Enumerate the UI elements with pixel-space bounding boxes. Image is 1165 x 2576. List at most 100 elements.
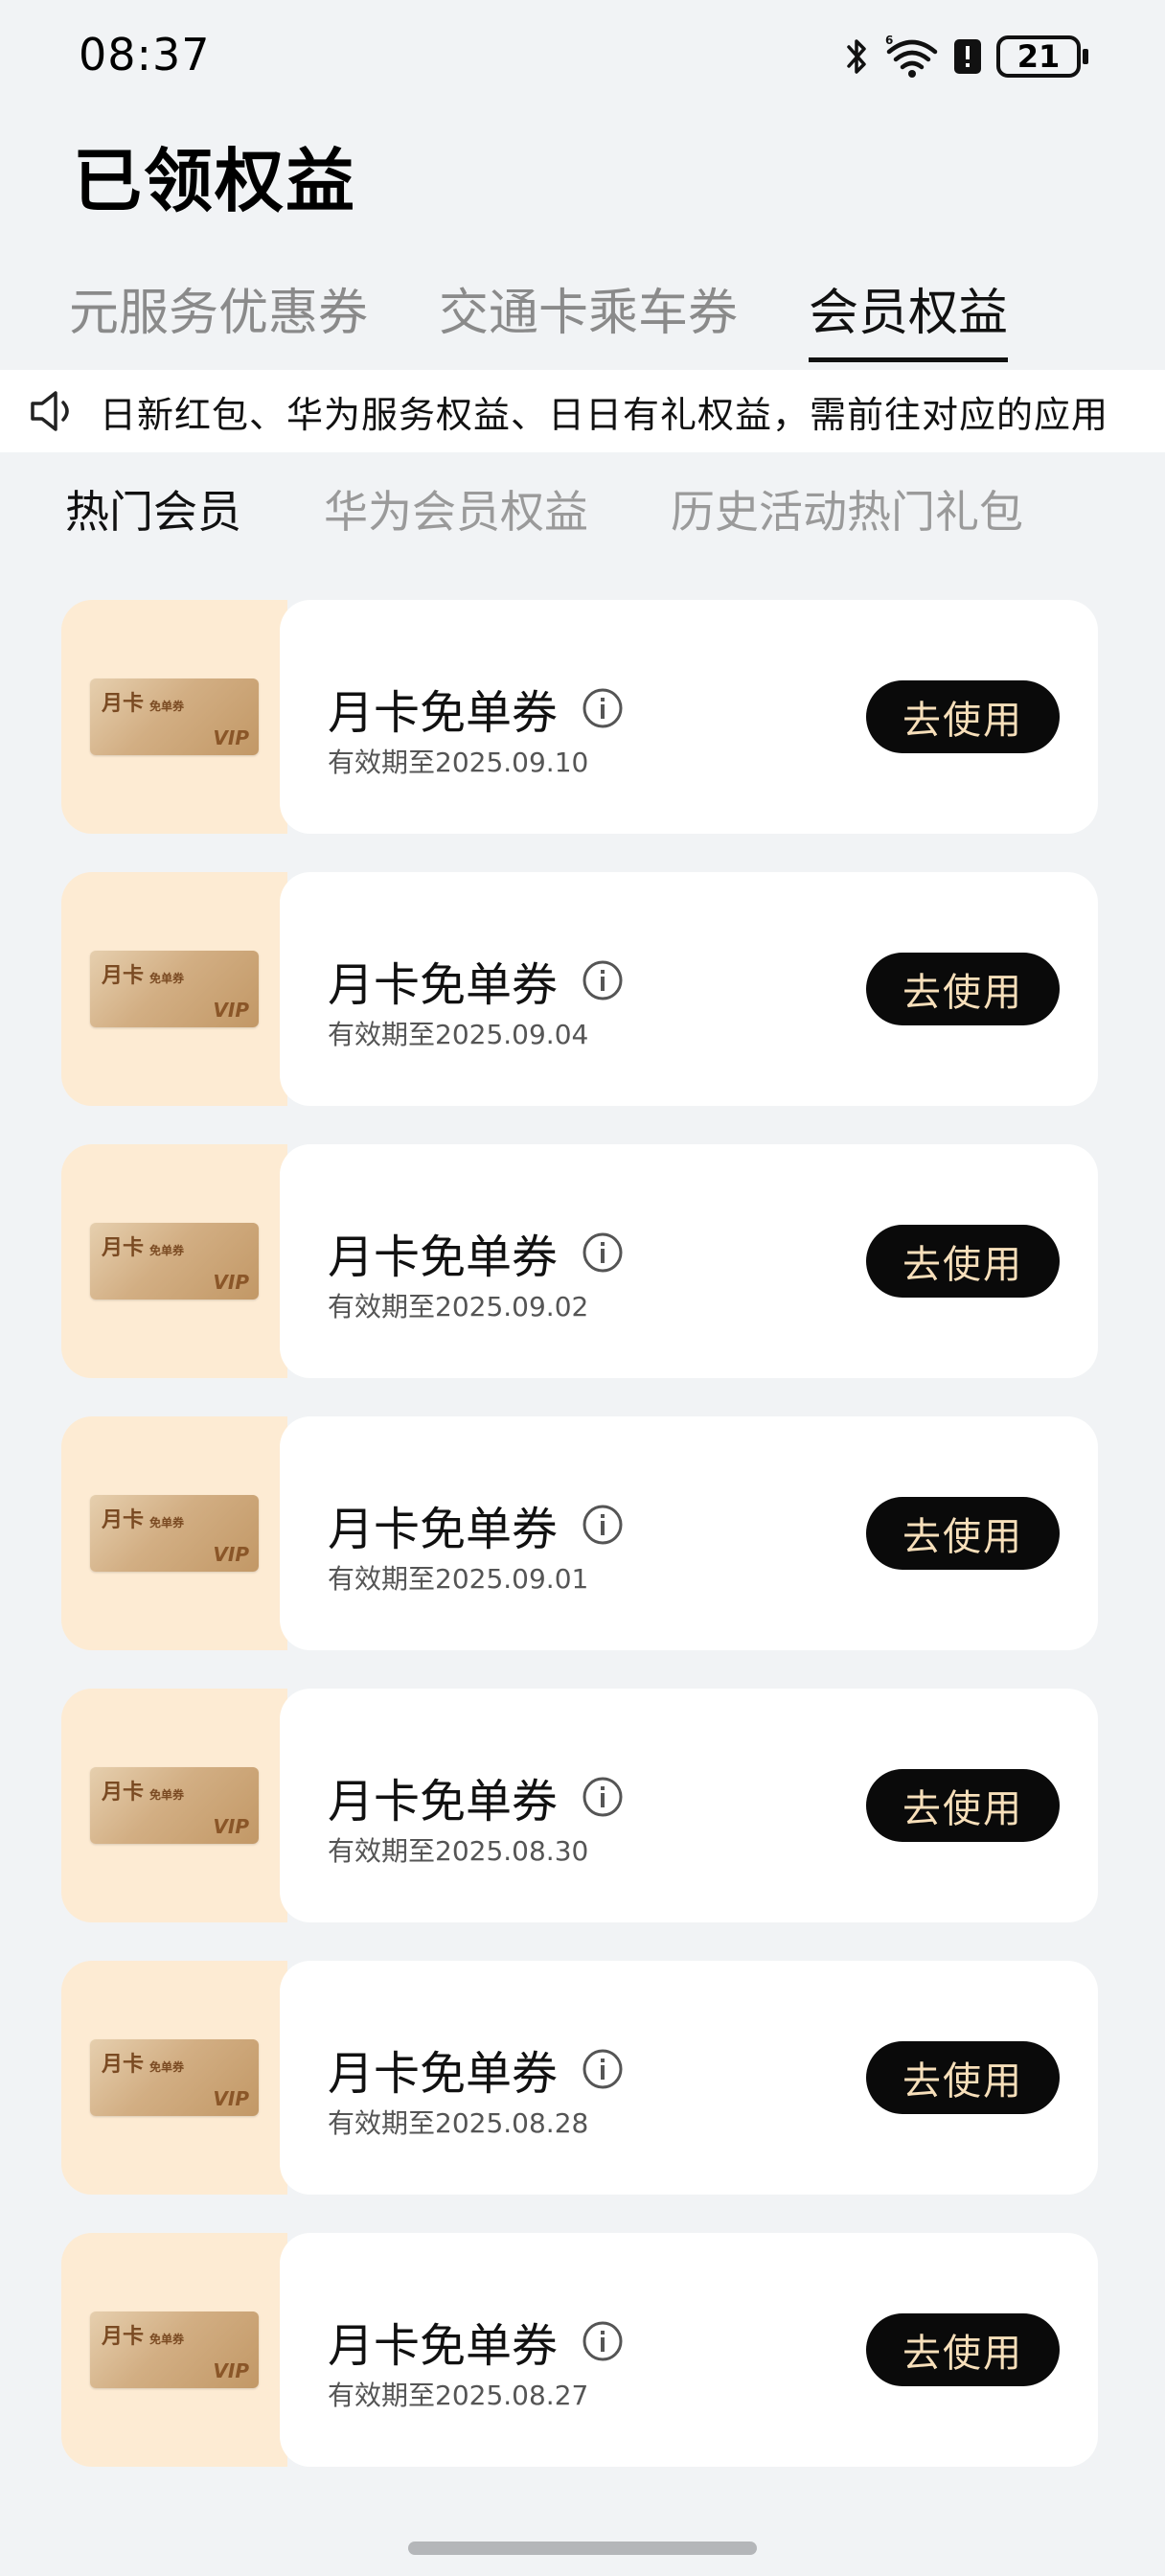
home-indicator[interactable]: [408, 2542, 757, 2555]
coupon-body: 月卡免单券 有效期至2025.09.10 去使用: [280, 600, 1098, 834]
battery-icon: 21: [996, 35, 1088, 78]
coupon-name-row: 月卡免单券: [328, 947, 625, 1014]
coupon-body: 月卡免单券 有效期至2025.08.28 去使用: [280, 1961, 1098, 2195]
coupon-card: 月卡 免单券 VIP 月卡免单券 有效期至2025.09.02 去使用: [61, 1144, 1098, 1378]
info-icon[interactable]: [581, 1230, 625, 1275]
vip-badge: VIP: [213, 726, 249, 749]
coupon-list: 月卡 免单券 VIP 月卡免单券 有效期至2025.09.10 去使用 月卡 免单券…: [61, 600, 1098, 2505]
coupon-name: 月卡免单券: [328, 1775, 559, 1828]
coupon-thumbnail: 月卡 免单券 VIP: [61, 600, 287, 834]
coupon-name: 月卡免单券: [328, 1503, 559, 1556]
vip-card-image: 月卡 免单券 VIP: [90, 1767, 259, 1844]
bluetooth-icon: [847, 39, 866, 74]
vip-card-subtitle: 免单券: [149, 1516, 185, 1530]
coupon-expiry: 有效期至2025.08.27: [328, 2380, 589, 2411]
coupon-card: 月卡 免单券 VIP 月卡免单券 有效期至2025.09.10 去使用: [61, 600, 1098, 834]
page-title: 已领权益: [73, 141, 357, 221]
coupon-name-row: 月卡免单券: [328, 1219, 625, 1286]
coupon-thumbnail: 月卡 免单券 VIP: [61, 872, 287, 1106]
status-icons: 6 21: [843, 33, 1088, 80]
page: 08:37 6 21 已领权益 元服务优惠券 交通卡乘车券 会员权益 日新红包、…: [0, 0, 1165, 2576]
vip-card-title: 月卡: [102, 1236, 145, 1260]
vip-card-title: 月卡: [102, 1508, 145, 1532]
vip-card-title: 月卡: [102, 2053, 145, 2077]
info-icon[interactable]: [581, 958, 625, 1002]
vip-card-image: 月卡 免单券 VIP: [90, 2039, 259, 2116]
coupon-name-row: 月卡免单券: [328, 675, 625, 742]
status-time: 08:37: [79, 29, 211, 80]
coupon-thumbnail: 月卡 免单券 VIP: [61, 1416, 287, 1650]
vip-card-subtitle: 免单券: [149, 2333, 185, 2346]
coupon-name: 月卡免单券: [328, 2047, 559, 2101]
coupon-name: 月卡免单券: [328, 2319, 559, 2373]
vip-card-image: 月卡 免单券 VIP: [90, 1495, 259, 1572]
battery-level: 21: [996, 35, 1081, 78]
subtab-huawei-member-benefits[interactable]: 华为会员权益: [324, 477, 588, 540]
vip-card-subtitle: 免单券: [149, 972, 185, 985]
coupon-body: 月卡免单券 有效期至2025.09.01 去使用: [280, 1416, 1098, 1650]
coupon-card: 月卡 免单券 VIP 月卡免单券 有效期至2025.08.30 去使用: [61, 1689, 1098, 1922]
vip-card-title: 月卡: [102, 964, 145, 988]
use-button[interactable]: 去使用: [866, 680, 1060, 753]
status-bar: 08:37 6 21: [0, 0, 1165, 105]
coupon-body: 月卡免单券 有效期至2025.08.30 去使用: [280, 1689, 1098, 1922]
vip-card-title: 月卡: [102, 692, 145, 716]
vip-badge: VIP: [213, 2087, 249, 2110]
notice-text: 日新红包、华为服务权益、日日有礼权益，需前往对应的应用: [100, 393, 1109, 436]
info-icon[interactable]: [581, 2047, 625, 2091]
vip-card-image: 月卡 免单券 VIP: [90, 951, 259, 1027]
coupon-body: 月卡免单券 有效期至2025.09.02 去使用: [280, 1144, 1098, 1378]
coupon-thumbnail: 月卡 免单券 VIP: [61, 1144, 287, 1378]
coupon-expiry: 有效期至2025.09.10: [328, 747, 589, 778]
coupon-card: 月卡 免单券 VIP 月卡免单券 有效期至2025.08.27 去使用: [61, 2233, 1098, 2467]
coupon-name-row: 月卡免单券: [328, 1491, 625, 1558]
coupon-name: 月卡免单券: [328, 958, 559, 1012]
vip-card-image: 月卡 免单券 VIP: [90, 678, 259, 755]
vip-card-title: 月卡: [102, 2325, 145, 2349]
vip-badge: VIP: [213, 1543, 249, 1566]
vip-badge: VIP: [213, 2359, 249, 2382]
subtab-history-gift-packs[interactable]: 历史活动热门礼包: [671, 477, 1023, 540]
vip-card-subtitle: 免单券: [149, 1244, 185, 1257]
coupon-name: 月卡免单券: [328, 686, 559, 740]
coupon-name-row: 月卡免单券: [328, 1763, 625, 1830]
vip-card-title: 月卡: [102, 1781, 145, 1805]
coupon-name: 月卡免单券: [328, 1230, 559, 1284]
use-button[interactable]: 去使用: [866, 953, 1060, 1025]
coupon-thumbnail: 月卡 免单券 VIP: [61, 1689, 287, 1922]
coupon-name-row: 月卡免单券: [328, 2036, 625, 2103]
vip-badge: VIP: [213, 1815, 249, 1838]
coupon-body: 月卡免单券 有效期至2025.08.27 去使用: [280, 2233, 1098, 2467]
coupon-expiry: 有效期至2025.09.01: [328, 1563, 589, 1595]
vip-badge: VIP: [213, 1271, 249, 1294]
use-button[interactable]: 去使用: [866, 2041, 1060, 2114]
coupon-expiry: 有效期至2025.09.04: [328, 1019, 589, 1050]
vip-card-subtitle: 免单券: [149, 2060, 185, 2074]
use-button[interactable]: 去使用: [866, 1769, 1060, 1842]
vip-card-image: 月卡 免单券 VIP: [90, 1223, 259, 1300]
info-icon[interactable]: [581, 2319, 625, 2363]
info-icon[interactable]: [581, 686, 625, 730]
use-button[interactable]: 去使用: [866, 2313, 1060, 2386]
vip-badge: VIP: [213, 999, 249, 1022]
info-icon[interactable]: [581, 1775, 625, 1819]
info-icon[interactable]: [581, 1503, 625, 1547]
svg-text:6: 6: [885, 34, 893, 47]
coupon-expiry: 有效期至2025.09.02: [328, 1291, 589, 1322]
vip-card-subtitle: 免单券: [149, 1788, 185, 1802]
tab-service-coupons[interactable]: 元服务优惠券: [69, 272, 368, 362]
use-button[interactable]: 去使用: [866, 1225, 1060, 1298]
coupon-card: 月卡 免单券 VIP 月卡免单券 有效期至2025.09.01 去使用: [61, 1416, 1098, 1650]
coupon-expiry: 有效期至2025.08.28: [328, 2107, 589, 2139]
coupon-body: 月卡免单券 有效期至2025.09.04 去使用: [280, 872, 1098, 1106]
speaker-icon: [31, 391, 69, 431]
tab-transit-coupons[interactable]: 交通卡乘车券: [439, 272, 738, 362]
coupon-expiry: 有效期至2025.08.30: [328, 1835, 589, 1867]
tab-member-benefits[interactable]: 会员权益: [809, 272, 1009, 362]
top-tabs: 元服务优惠券 交通卡乘车券 会员权益: [69, 272, 1009, 362]
wifi-icon: 6: [885, 34, 938, 78]
vip-card-subtitle: 免单券: [149, 700, 185, 713]
notice-bar: 日新红包、华为服务权益、日日有礼权益，需前往对应的应用: [0, 370, 1165, 452]
subtab-popular-members[interactable]: 热门会员: [65, 477, 241, 540]
use-button[interactable]: 去使用: [866, 1497, 1060, 1570]
